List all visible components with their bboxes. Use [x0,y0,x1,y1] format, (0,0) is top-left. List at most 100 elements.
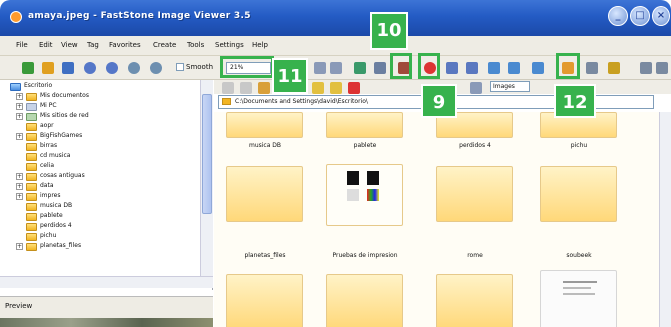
checkbox-icon [176,63,184,71]
expand-icon[interactable] [656,62,668,74]
maximize-button[interactable]: □ [630,6,650,26]
folder-icon [26,133,37,141]
folder-icon [26,123,37,131]
print-icon[interactable] [586,62,598,74]
close-button[interactable]: × [652,6,670,26]
thumbnail[interactable] [540,270,617,327]
menu-tag[interactable]: Tag [87,41,99,49]
thumbnail[interactable] [436,166,513,222]
save-icon[interactable] [62,62,74,74]
minimize-button[interactable]: _ [608,6,628,26]
zoom-in-icon[interactable] [128,62,140,74]
rotate-left-icon[interactable] [84,62,96,74]
print-sample-gray [347,189,359,201]
grid-vertical-scrollbar[interactable] [659,112,671,327]
open-icon[interactable] [22,62,34,74]
menu-create[interactable]: Create [153,41,176,49]
app-icon[interactable] [10,11,22,23]
menu-view[interactable]: View [61,41,78,49]
crop-icon[interactable] [374,62,386,74]
thumbnail[interactable] [540,166,617,222]
folder-icon [26,223,37,231]
print-sample-color [367,189,379,201]
fit-icon[interactable] [314,62,326,74]
tree-vertical-scrollbar[interactable] [200,80,213,276]
thumbnail[interactable] [326,274,403,327]
doc-line [563,287,591,289]
move-icon[interactable] [330,82,342,94]
tag-icon[interactable] [312,82,324,94]
thumbnail-caption: pablete [353,142,377,149]
folder-icon [26,163,37,171]
highlight-zoom [220,56,274,78]
print-sample-black [347,171,359,185]
expand-icon[interactable]: + [16,113,23,120]
thumbnail[interactable] [226,112,303,138]
slideshow-icon[interactable] [532,62,544,74]
title-bar: amaya.jpeg - FastStone Image Viewer 3.5 … [0,0,671,36]
thumbnail[interactable] [326,112,403,138]
menu-help[interactable]: Help [252,41,268,49]
menu-edit[interactable]: Edit [39,41,53,49]
doc-line [563,281,597,283]
expand-icon[interactable]: + [16,183,23,190]
badge-11: 11 [272,58,308,94]
thumbnail-caption: pichu [570,142,588,149]
zoom-out-icon[interactable] [150,62,162,74]
window-title: amaya.jpeg - FastStone Image Viewer 3.5 [28,11,251,21]
expand-icon[interactable]: + [16,243,23,250]
expand-icon[interactable]: + [16,173,23,180]
scroll-thumb[interactable] [202,94,212,214]
network-icon [26,113,37,121]
back-icon[interactable] [222,82,234,94]
fullscreen-icon[interactable] [354,62,366,74]
expand-icon[interactable]: + [16,103,23,110]
thumbnail[interactable] [436,274,513,327]
layout-icon[interactable] [640,62,652,74]
redo-icon[interactable] [466,62,478,74]
menu-settings[interactable]: Settings [215,41,244,49]
compare-icon[interactable] [508,62,520,74]
thumbnail-caption: soubeek [566,252,592,259]
forward-icon[interactable] [240,82,252,94]
folder-icon[interactable] [42,62,54,74]
highlight-email [556,53,580,79]
menu-file[interactable]: File [16,41,28,49]
thumbnail-grid[interactable]: musica DB pablete perdidos 4 pichu plane… [214,112,671,327]
filter-select[interactable]: Images [490,81,530,92]
preview-label: Preview [5,302,33,310]
grid-icon[interactable] [488,62,500,74]
folder-icon [26,153,37,161]
thumbnail-caption: planetas_files [244,252,286,259]
computer-icon [26,103,37,111]
smooth-checkbox[interactable]: Smooth [176,63,213,71]
folder-icon [26,203,37,211]
thumbnail-view-icon[interactable] [470,82,482,94]
menu-tools[interactable]: Tools [187,41,204,49]
folder-icon [222,98,231,105]
actual-size-icon[interactable] [330,62,342,74]
highlight-draw [390,53,412,79]
folder-icon [26,173,37,181]
menu-favorites[interactable]: Favorites [109,41,141,49]
thumbnail-caption: perdidos 4 [459,142,491,149]
settings-icon[interactable] [608,62,620,74]
expand-icon[interactable]: + [16,133,23,140]
thumbnail[interactable] [226,166,303,222]
print-sample-black [367,171,379,185]
smooth-label: Smooth [186,63,214,71]
thumbnail-caption: Pruebas de impresion [332,252,398,259]
tree-horizontal-scrollbar[interactable] [0,276,213,288]
expand-icon[interactable]: + [16,193,23,200]
doc-line [563,293,595,295]
desktop-icon [10,83,21,91]
delete-icon[interactable] [348,82,360,94]
up-folder-icon[interactable] [258,82,270,94]
undo-icon[interactable] [446,62,458,74]
expand-icon[interactable]: + [16,93,23,100]
badge-12: 12 [554,84,596,118]
rotate-right-icon[interactable] [106,62,118,74]
thumbnail[interactable] [326,164,403,226]
thumbnail[interactable] [226,274,303,327]
folder-tree[interactable]: Escritorio + Mis documentos + Mi PC + Mis s… [0,80,213,290]
